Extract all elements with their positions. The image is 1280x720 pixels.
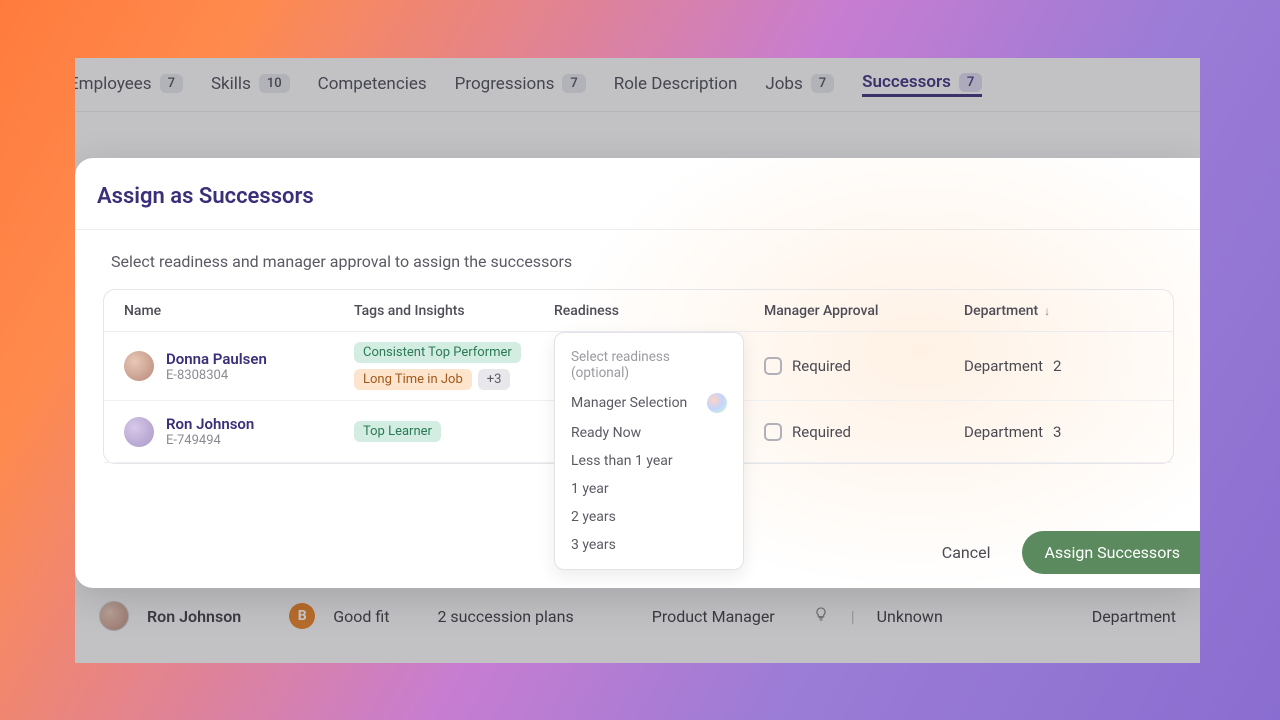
tab-label: Employees [75, 74, 152, 94]
tags-cell: Top Learner [354, 421, 554, 442]
dept-num: 3 [1053, 423, 1061, 441]
tab-badge: 7 [562, 74, 585, 93]
dept-num: 2 [1053, 357, 1061, 375]
dropdown-option-manager-selection[interactable]: Manager Selection [555, 387, 743, 419]
tabs-bar: Employees 7 Skills 10 Competencies Progr… [75, 58, 1200, 112]
gradient-orb-icon [707, 393, 727, 413]
approval-checkbox[interactable] [764, 423, 782, 441]
employee-id: E-8308304 [166, 368, 267, 383]
tab-label: Successors [862, 72, 951, 92]
option-label: Manager Selection [571, 395, 687, 411]
modal-title: Assign as Successors [75, 184, 1200, 229]
tab-competencies[interactable]: Competencies [318, 74, 427, 96]
tab-badge: 10 [259, 74, 290, 93]
tag: Long Time in Job [354, 369, 472, 390]
employee-id: E-749494 [166, 433, 254, 448]
option-label: 3 years [571, 537, 616, 553]
approval-label: Required [792, 357, 851, 375]
tab-progressions[interactable]: Progressions 7 [455, 74, 586, 96]
successors-table: Name Tags and Insights Readiness Manager… [103, 289, 1174, 464]
tab-label: Jobs [765, 74, 802, 94]
employee-name: Donna Paulsen [166, 350, 267, 368]
dept-label: Department [964, 357, 1043, 375]
option-label: 1 year [571, 481, 609, 497]
plans-text: 2 succession plans [437, 607, 573, 626]
avatar [124, 417, 154, 447]
modal-footer: Cancel Assign Successors [928, 531, 1200, 574]
dropdown-option-2-years[interactable]: 2 years [555, 503, 743, 531]
dept-text: Department [1092, 607, 1176, 626]
tag-more[interactable]: +3 [478, 369, 511, 390]
fit-badge: B [289, 603, 315, 629]
tag: Consistent Top Performer [354, 342, 521, 363]
approval-cell: Required [764, 423, 964, 441]
tab-label: Progressions [455, 74, 555, 94]
employee-name: Ron Johnson [166, 415, 254, 433]
approval-checkbox[interactable] [764, 357, 782, 375]
readiness-dropdown[interactable]: Select readiness (optional) Manager Sele… [554, 332, 744, 570]
divider: | [851, 607, 855, 626]
name-cell: Donna Paulsen E-8308304 [124, 350, 354, 383]
option-label: 2 years [571, 509, 616, 525]
dropdown-option-1-year[interactable]: 1 year [555, 475, 743, 503]
sort-down-icon: ↓ [1044, 304, 1050, 318]
name-cell: Ron Johnson E-749494 [124, 415, 354, 448]
tab-employees[interactable]: Employees 7 [75, 74, 183, 96]
tab-label: Role Description [614, 74, 738, 94]
cancel-button[interactable]: Cancel [928, 533, 1005, 572]
col-readiness: Readiness [554, 303, 764, 319]
col-approval: Manager Approval [764, 303, 964, 319]
col-department[interactable]: Department ↓ [964, 303, 1153, 319]
tab-successors[interactable]: Successors 7 [862, 72, 982, 97]
col-name: Name [124, 303, 354, 319]
assign-successors-button[interactable]: Assign Successors [1022, 531, 1200, 574]
tab-role-description[interactable]: Role Description [614, 74, 738, 96]
tab-label: Skills [211, 74, 251, 94]
tab-badge: 7 [160, 74, 183, 93]
tab-badge: 7 [811, 74, 834, 93]
avatar [99, 601, 129, 631]
avatar [124, 351, 154, 381]
dropdown-placeholder: Select readiness (optional) [555, 343, 743, 387]
assign-successors-modal: Assign as Successors Select readiness an… [75, 158, 1200, 588]
table-header: Name Tags and Insights Readiness Manager… [104, 290, 1173, 332]
tab-badge: 7 [959, 73, 982, 92]
lightbulb-icon [813, 606, 829, 626]
approval-cell: Required [764, 357, 964, 375]
department-cell: Department 3 [964, 423, 1153, 441]
department-cell: Department 2 [964, 357, 1153, 375]
option-label: Less than 1 year [571, 453, 673, 469]
tab-jobs[interactable]: Jobs 7 [765, 74, 834, 96]
dropdown-option-ready-now[interactable]: Ready Now [555, 419, 743, 447]
tab-label: Competencies [318, 74, 427, 94]
tags-cell: Consistent Top Performer Long Time in Jo… [354, 342, 554, 390]
tag: Top Learner [354, 421, 441, 442]
dept-label: Department [964, 423, 1043, 441]
modal-subtitle: Select readiness and manager approval to… [75, 230, 1200, 289]
employee-name: Ron Johnson [147, 607, 241, 626]
fit-label: Good fit [333, 607, 389, 626]
dropdown-option-3-years[interactable]: 3 years [555, 531, 743, 559]
role-text: Product Manager [652, 607, 775, 626]
col-label: Department [964, 303, 1038, 319]
tab-skills[interactable]: Skills 10 [211, 74, 290, 96]
approval-label: Required [792, 423, 851, 441]
col-tags: Tags and Insights [354, 303, 554, 319]
unknown-text: Unknown [877, 607, 943, 626]
background-list-row: Ron Johnson B Good fit 2 succession plan… [75, 587, 1200, 645]
dropdown-option-less-than-1-year[interactable]: Less than 1 year [555, 447, 743, 475]
option-label: Ready Now [571, 425, 641, 441]
app-window: Employees 7 Skills 10 Competencies Progr… [75, 58, 1200, 663]
